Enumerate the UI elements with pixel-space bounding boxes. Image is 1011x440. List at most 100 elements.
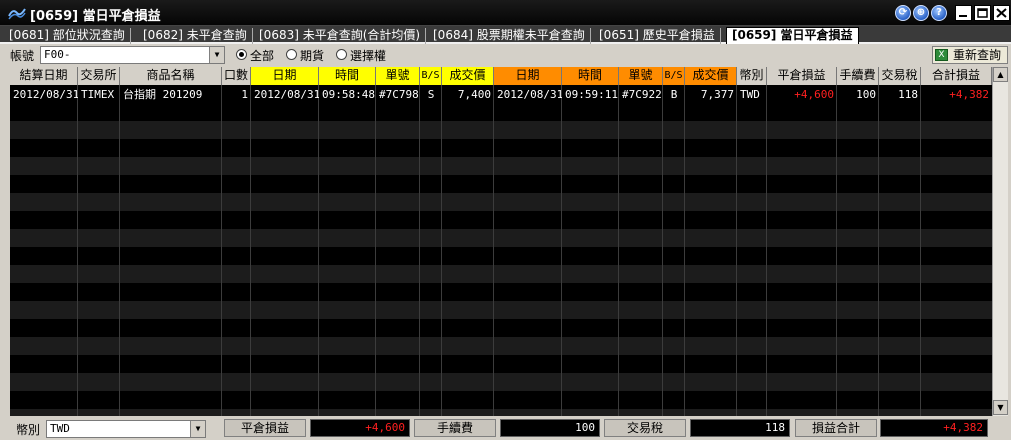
col-close-time[interactable]: 時間 (562, 67, 619, 85)
settings-window-icon[interactable]: ⊕ (913, 5, 929, 21)
maximize-icon[interactable] (974, 5, 991, 21)
filter-bar: 帳號 F00- ▼ 全部 期貨 選擇權 X 重新查詢 (0, 44, 1011, 66)
radio-futures-label: 期貨 (300, 49, 325, 63)
col-open-price[interactable]: 成交價 (442, 67, 494, 85)
row-stripe (10, 337, 992, 355)
column-divider (920, 85, 921, 416)
fee-label: 手續費 (414, 419, 496, 437)
col-open-bs[interactable]: B/S (420, 67, 442, 85)
refresh-query-button[interactable]: X 重新查詢 (932, 46, 1008, 64)
cell-open-price: 7,400 (457, 88, 491, 101)
column-divider (684, 85, 685, 416)
cell-close-price: 7,377 (700, 88, 734, 101)
cell-close-order: #7C922 (622, 88, 662, 101)
column-divider (618, 85, 619, 416)
col-total-pl[interactable]: 合計損益 (921, 67, 992, 85)
currency-select[interactable]: TWD ▼ (46, 420, 206, 438)
row-stripe (10, 229, 992, 247)
cell-open-date: 2012/08/31 (254, 88, 319, 101)
col-fee[interactable]: 手續費 (837, 67, 879, 85)
col-open-time[interactable]: 時間 (319, 67, 376, 85)
cell-qty: 1 (241, 88, 248, 101)
column-divider (662, 85, 663, 416)
row-stripe (10, 409, 992, 416)
col-open-order[interactable]: 單號 (376, 67, 420, 85)
row-stripe (10, 193, 992, 211)
refresh-query-label: 重新查詢 (953, 48, 1002, 62)
radio-futures[interactable] (286, 49, 297, 60)
column-divider (419, 85, 420, 416)
cell-close-bs: B (670, 88, 678, 101)
scroll-up-icon[interactable]: ▲ (993, 67, 1008, 82)
row-stripe (10, 301, 992, 319)
tab-0659[interactable]: [0659] 當日平倉損益 (726, 27, 859, 44)
title-bar: [0659] 當日平倉損益 ⟳ ⊕ ? (0, 0, 1011, 26)
cell-exchange: TIMEX (81, 88, 115, 101)
help-icon[interactable]: ? (931, 5, 947, 21)
tab-0683[interactable]: [0683] 未平倉查詢(合計均價) (254, 28, 427, 44)
col-tax[interactable]: 交易稅 (879, 67, 921, 85)
column-divider (736, 85, 737, 416)
chevron-down-icon[interactable]: ▼ (209, 47, 224, 63)
tax-value: 118 (690, 419, 790, 437)
tab-0651[interactable]: [0651] 歷史平倉損益 (594, 28, 721, 44)
total-pl-label: 損益合計 (795, 419, 877, 437)
column-divider (375, 85, 376, 416)
radio-all[interactable] (236, 49, 247, 60)
cell-settle-date: 2012/08/31 (13, 88, 78, 101)
column-divider (878, 85, 879, 416)
column-divider (836, 85, 837, 416)
col-open-date[interactable]: 日期 (251, 67, 319, 85)
cell-open-bs: S (427, 88, 435, 101)
cell-open-time: 09:58:48 (322, 88, 375, 101)
cell-fee: 100 (856, 88, 876, 101)
app-logo-icon (8, 8, 26, 20)
column-divider (441, 85, 442, 416)
column-divider (77, 85, 78, 416)
column-divider (250, 85, 251, 416)
cell-close-pl: +4,600 (794, 88, 834, 101)
scroll-down-icon[interactable]: ▼ (993, 400, 1008, 415)
tab-0681[interactable]: [0681] 部位狀況查詢 (4, 28, 131, 44)
tab-0682[interactable]: [0682] 未平倉查詢 (138, 28, 253, 44)
total-pl-value: +4,382 (880, 419, 988, 437)
cell-close-date: 2012/08/31 (497, 88, 562, 101)
tax-label: 交易稅 (604, 419, 686, 437)
radio-all-label: 全部 (250, 49, 275, 63)
column-divider (561, 85, 562, 416)
col-close-pl[interactable]: 平倉損益 (767, 67, 837, 85)
refresh-window-icon[interactable]: ⟳ (895, 5, 911, 21)
chevron-down-icon[interactable]: ▼ (190, 421, 205, 437)
col-exchange[interactable]: 交易所 (78, 67, 120, 85)
col-close-date[interactable]: 日期 (494, 67, 562, 85)
currency-label: 幣別 (16, 423, 41, 437)
close-icon[interactable] (993, 5, 1010, 21)
pl-table: 結算日期 交易所 商品名稱 口數 日期 時間 單號 B/S 成交價 日期 時間 … (10, 67, 992, 416)
row-stripe (10, 265, 992, 283)
column-divider (318, 85, 319, 416)
col-close-bs[interactable]: B/S (663, 67, 685, 85)
row-stripe (10, 157, 992, 175)
col-qty[interactable]: 口數 (222, 67, 251, 85)
col-close-price[interactable]: 成交價 (685, 67, 737, 85)
minimize-icon[interactable] (955, 5, 972, 21)
cell-total-pl: +4,382 (949, 88, 989, 101)
radio-options[interactable] (336, 49, 347, 60)
column-divider (493, 85, 494, 416)
column-divider (221, 85, 222, 416)
cell-product: 台指期 201209 (123, 88, 203, 101)
cell-open-order: #7C798 (379, 88, 419, 101)
row-stripe (10, 373, 992, 391)
tab-0684[interactable]: [0684] 股票期權未平倉查詢 (428, 28, 591, 44)
column-divider (119, 85, 120, 416)
col-settle-date[interactable]: 結算日期 (10, 67, 78, 85)
window-title: [0659] 當日平倉損益 (30, 9, 161, 24)
cell-currency: TWD (740, 88, 760, 101)
summary-bar: 幣別 TWD ▼ 平倉損益 +4,600 手續費 100 交易稅 118 損益合… (0, 417, 1011, 440)
vertical-scrollbar[interactable]: ▲ ▼ (992, 67, 1008, 416)
col-close-order[interactable]: 單號 (619, 67, 663, 85)
account-select[interactable]: F00- ▼ (40, 46, 225, 64)
tab-bar: [0681] 部位狀況查詢 [0682] 未平倉查詢 [0683] 未平倉查詢(… (0, 26, 1011, 44)
col-product[interactable]: 商品名稱 (120, 67, 222, 85)
col-currency[interactable]: 幣別 (737, 67, 767, 85)
